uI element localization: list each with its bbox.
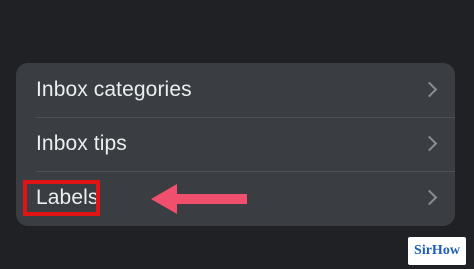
settings-row-inbox-tips[interactable]: Inbox tips: [16, 117, 455, 171]
chevron-right-icon: [421, 135, 438, 152]
row-label: Inbox tips: [36, 132, 127, 155]
row-label: Inbox categories: [36, 78, 192, 101]
settings-row-inbox-categories[interactable]: Inbox categories: [16, 63, 455, 117]
settings-row-labels[interactable]: Labels: [16, 171, 455, 225]
settings-screen: Inbox categories Inbox tips Labels SirHo…: [0, 0, 474, 269]
left-arrow-icon: [151, 184, 247, 214]
chevron-right-icon: [421, 81, 438, 98]
settings-card: Inbox categories Inbox tips Labels: [16, 63, 455, 226]
chevron-right-icon: [421, 189, 438, 206]
highlight-box: [23, 180, 100, 216]
watermark-logo: SirHow: [408, 237, 466, 265]
